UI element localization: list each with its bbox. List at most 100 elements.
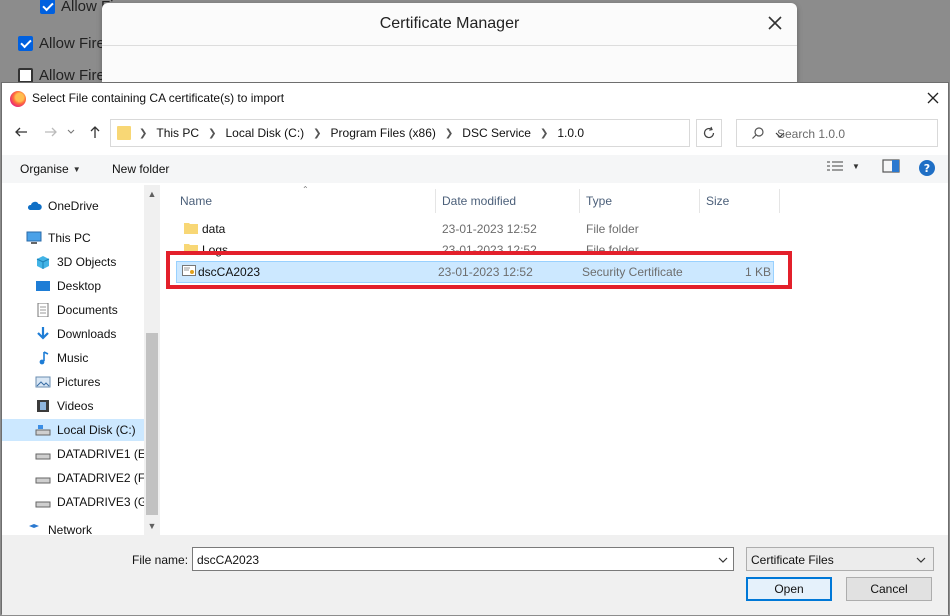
- nav-item-label: DATADRIVE1 (E:): [57, 447, 154, 461]
- nav-item-label: Videos: [57, 399, 94, 413]
- search-input[interactable]: Search 1.0.0: [736, 119, 938, 147]
- scroll-down-icon[interactable]: ▼: [147, 521, 157, 531]
- nav-item-music[interactable]: Music: [2, 347, 144, 369]
- breadcrumb-item[interactable]: This PC: [156, 126, 199, 140]
- nav-item-datadrive1[interactable]: DATADRIVE1 (E:): [2, 443, 153, 465]
- nav-item-network[interactable]: Network: [2, 523, 144, 535]
- recent-locations-chevron-icon[interactable]: [66, 123, 76, 141]
- svg-text:?: ?: [924, 162, 930, 175]
- new-folder-button[interactable]: New folder: [112, 162, 169, 176]
- nav-item-datadrive2[interactable]: DATADRIVE2 (F:): [2, 467, 153, 489]
- nav-item-label: Music: [57, 351, 89, 365]
- new-folder-label: New folder: [112, 162, 170, 176]
- file-open-dialog: Select File containing CA certificate(s)…: [1, 82, 949, 615]
- drive-icon: [35, 501, 51, 508]
- checkbox-checked-icon: [40, 0, 55, 14]
- nav-item-label: Network: [48, 523, 93, 535]
- caret-down-icon: ▼: [852, 161, 860, 171]
- nav-item-onedrive[interactable]: OneDrive: [2, 195, 144, 217]
- scrollbar-thumb[interactable]: [146, 333, 158, 515]
- folder-icon: [117, 126, 131, 140]
- video-icon: [37, 400, 49, 412]
- folder-icon: [184, 223, 198, 234]
- column-header-size[interactable]: Size: [700, 189, 780, 213]
- preview-pane-button[interactable]: [882, 159, 900, 173]
- file-type-filter[interactable]: Certificate Files: [746, 547, 934, 571]
- file-row-data[interactable]: data 23-01-2023 12:52 File folder: [172, 219, 774, 239]
- chevron-down-icon: [916, 557, 926, 563]
- file-name: data: [202, 222, 226, 236]
- nav-item-label: DATADRIVE3 (G:): [57, 495, 155, 509]
- help-icon: ?: [919, 160, 935, 176]
- nav-item-this-pc[interactable]: This PC: [2, 227, 144, 249]
- search-icon: [751, 126, 765, 140]
- column-header-name[interactable]: Name: [174, 189, 436, 213]
- file-date: 23-01-2023 12:52: [442, 222, 537, 236]
- help-button[interactable]: ?: [918, 159, 936, 177]
- column-header-date-modified[interactable]: Date modified: [436, 189, 580, 213]
- nav-item-label: DATADRIVE2 (F:): [57, 471, 153, 485]
- nav-item-local-disk-c[interactable]: Local Disk (C:): [2, 419, 144, 441]
- nav-item-downloads[interactable]: Downloads: [2, 323, 144, 345]
- breadcrumb-item[interactable]: Program Files (x86): [331, 126, 436, 140]
- nav-item-documents[interactable]: Documents: [2, 299, 144, 321]
- chevron-right-icon[interactable]: ❯: [445, 128, 453, 139]
- cancel-button[interactable]: Cancel: [846, 577, 932, 601]
- navigation-bar: ❯ This PC ❯ Local Disk (C:) ❯ Program Fi…: [2, 117, 948, 149]
- drive-icon: [35, 453, 51, 460]
- close-icon[interactable]: [924, 89, 942, 107]
- breadcrumb-item[interactable]: 1.0.0: [557, 126, 584, 140]
- organise-button[interactable]: Organise ▼: [20, 162, 81, 176]
- drive-icon: [35, 425, 51, 436]
- navigation-scrollbar[interactable]: ▲ ▼: [144, 185, 160, 535]
- breadcrumb-item[interactable]: Local Disk (C:): [225, 126, 304, 140]
- close-icon[interactable]: [765, 13, 785, 33]
- certificate-manager-title: Certificate Manager: [379, 15, 520, 32]
- checkbox-unchecked-icon: [18, 68, 33, 83]
- nav-item-label: Desktop: [57, 279, 102, 293]
- nav-item-3d-objects[interactable]: 3D Objects: [2, 251, 144, 273]
- dialog-footer: File name: dscCA2023 Certificate Files O…: [2, 535, 948, 615]
- chevron-right-icon[interactable]: ❯: [313, 128, 321, 139]
- nav-item-label: Local Disk (C:): [57, 423, 136, 437]
- document-icon: [37, 303, 49, 317]
- cloud-icon: [27, 201, 42, 210]
- file-name-input[interactable]: dscCA2023: [192, 547, 734, 571]
- divider: [102, 45, 797, 46]
- view-options-button[interactable]: ▼: [826, 159, 860, 173]
- chevron-right-icon[interactable]: ❯: [208, 128, 216, 139]
- bg-checkbox-label: Allow Fire: [39, 35, 105, 52]
- desktop-icon: [36, 281, 50, 291]
- details-view-icon: [827, 161, 843, 171]
- nav-item-label: Downloads: [57, 327, 117, 341]
- breadcrumb-item[interactable]: DSC Service: [462, 126, 531, 140]
- refresh-button[interactable]: [696, 119, 722, 147]
- file-name-label: File name:: [132, 553, 189, 567]
- nav-item-desktop[interactable]: Desktop: [2, 275, 144, 297]
- chevron-right-icon: ❯: [139, 127, 148, 139]
- nav-item-videos[interactable]: Videos: [2, 395, 144, 417]
- back-arrow-icon[interactable]: [12, 123, 30, 141]
- nav-item-datadrive3[interactable]: DATADRIVE3 (G:): [2, 491, 155, 513]
- organise-label: Organise: [20, 162, 69, 176]
- forward-arrow-icon[interactable]: [42, 123, 60, 141]
- music-icon: [39, 351, 49, 365]
- nav-item-label: 3D Objects: [57, 255, 117, 269]
- chevron-right-icon[interactable]: ❯: [540, 128, 548, 139]
- dialog-title: Select File containing CA certificate(s)…: [32, 91, 285, 105]
- up-arrow-icon[interactable]: [86, 123, 104, 141]
- preview-pane-icon: [882, 159, 900, 173]
- chevron-down-icon[interactable]: [717, 554, 729, 566]
- cube-icon: [36, 256, 50, 269]
- nav-item-label: Pictures: [57, 375, 101, 389]
- highlight-annotation: [166, 251, 792, 289]
- scroll-up-icon[interactable]: ▲: [147, 189, 157, 199]
- computer-icon: [26, 231, 42, 244]
- navigation-pane: OneDrive This PC 3D Objects Desktop Docu…: [2, 185, 160, 535]
- firefox-icon: [10, 91, 26, 107]
- column-header-type[interactable]: Type: [580, 189, 700, 213]
- open-button[interactable]: Open: [746, 577, 832, 601]
- file-list: ⌃ Name Date modified Type Size data 23-0…: [162, 185, 948, 535]
- address-bar[interactable]: ❯ This PC ❯ Local Disk (C:) ❯ Program Fi…: [110, 119, 785, 147]
- nav-item-pictures[interactable]: Pictures: [2, 371, 144, 393]
